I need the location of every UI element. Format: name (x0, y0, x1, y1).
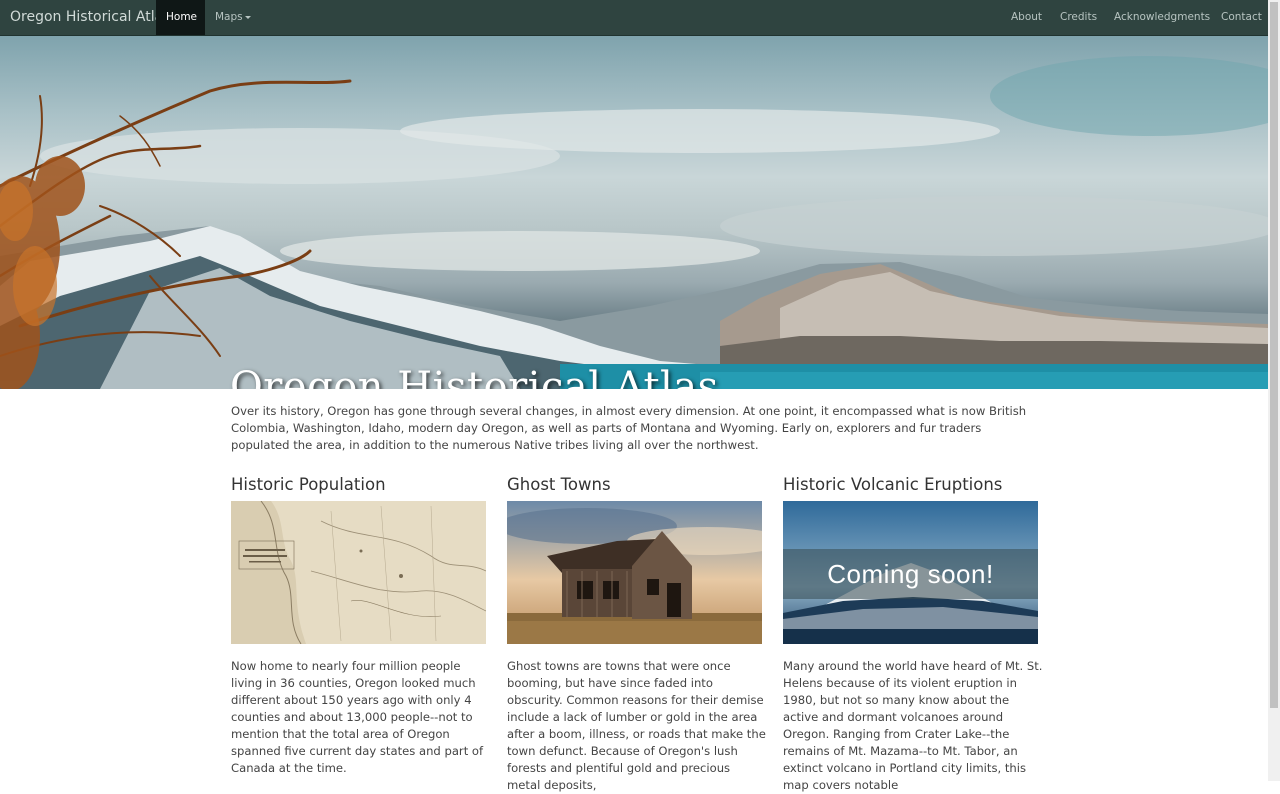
card-text: Many around the world have heard of Mt. … (783, 659, 1043, 792)
card-title[interactable]: Historic Volcanic Eruptions (783, 472, 1038, 500)
card-title[interactable]: Historic Population (231, 472, 486, 500)
navbar-brand[interactable]: Oregon Historical Atlas (10, 0, 170, 35)
nav-maps-dropdown[interactable]: Maps (205, 0, 261, 35)
historic-map-image[interactable] (231, 501, 486, 644)
nav-credits[interactable]: Credits (1050, 0, 1107, 35)
abandoned-house-image[interactable] (507, 501, 762, 644)
snowy-mountain-image[interactable]: Coming soon! (783, 501, 1038, 644)
nav-acknowledgments[interactable]: Acknowledgments (1104, 0, 1220, 35)
hero-title: Oregon Historical Atlas (230, 364, 719, 389)
caret-down-icon (244, 15, 251, 19)
hero-banner: Oregon Historical Atlas (0, 36, 1268, 389)
scrollbar-thumb[interactable] (1270, 2, 1278, 708)
nav-home[interactable]: Home (156, 0, 205, 35)
card-volcanic-eruptions: Historic Volcanic Eruptions Coming soon!… (783, 472, 1042, 792)
hero-landscape-image (0, 56, 1268, 389)
card-ghost-towns: Ghost Towns Ghost towns are towns that w… (507, 472, 766, 792)
nav-contact[interactable]: Contact (1211, 0, 1272, 35)
intro-paragraph: Over its history, Oregon has gone throug… (231, 404, 1027, 452)
top-navbar: Oregon Historical Atlas Home Maps About … (0, 0, 1268, 36)
card-text: Ghost towns are towns that were once boo… (507, 659, 766, 792)
card-title[interactable]: Ghost Towns (507, 472, 762, 500)
page-scrollbar[interactable] (1268, 0, 1280, 781)
card-text: Now home to nearly four million people l… (231, 659, 484, 775)
coming-soon-overlay: Coming soon! (783, 549, 1038, 599)
card-historic-population: Historic Population Now home to nearly f… (231, 472, 486, 775)
nav-about[interactable]: About (1001, 0, 1052, 35)
nav-maps-label: Maps (215, 11, 243, 23)
